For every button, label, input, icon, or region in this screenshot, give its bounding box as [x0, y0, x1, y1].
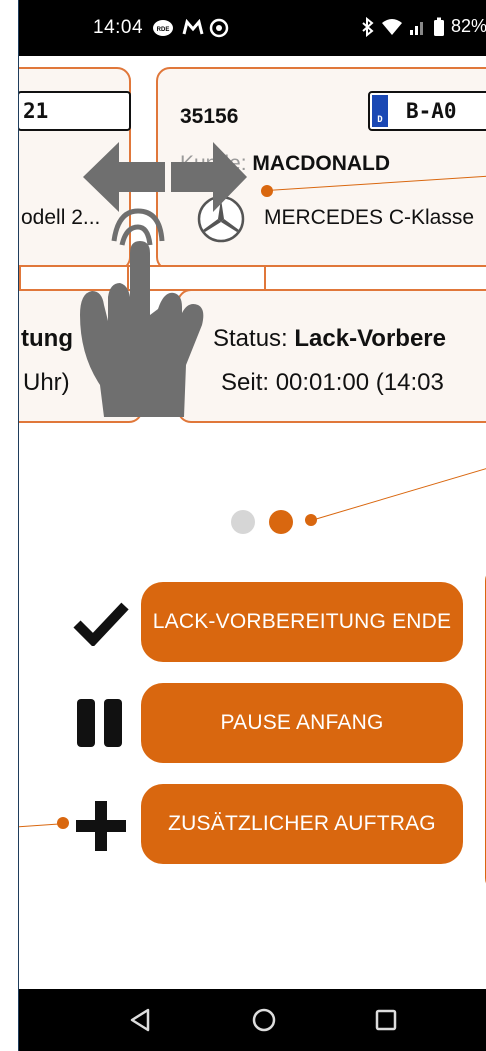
- plus-icon: [76, 801, 126, 856]
- status-right-group: 82%: [361, 16, 486, 37]
- license-plate-previous: 21: [19, 91, 131, 131]
- callout-line-add: [19, 823, 59, 828]
- status-value: Lack-Vorbere: [294, 325, 446, 352]
- recents-icon[interactable]: [371, 1005, 401, 1035]
- additional-order-button[interactable]: ZUSÄTZLICHER AUFTRAG: [141, 784, 463, 864]
- battery-icon: [433, 17, 444, 36]
- navigation-bar: [19, 989, 486, 1051]
- callout-dot-pager: [305, 514, 317, 526]
- callout-dot-add: [57, 817, 69, 829]
- signal-icon: [409, 21, 423, 35]
- status-bar: 14:04 RDE 82%: [19, 0, 486, 56]
- eu-plate-badge: D: [372, 95, 388, 127]
- callout-line-pager: [311, 466, 486, 521]
- license-plate: D B-A0: [368, 91, 486, 131]
- status-previous-line1: tung: [21, 325, 73, 352]
- status-line: Status: Lack-Vorbere: [213, 325, 446, 353]
- status-card-current[interactable]: Status: Lack-Vorbere Seit: 00:01:00 (14:…: [177, 289, 486, 423]
- status-previous-line2: Uhr): [23, 369, 70, 396]
- pause-start-button[interactable]: PAUSE ANFANG: [141, 683, 463, 763]
- pager-dot-2[interactable]: [269, 510, 293, 534]
- rde-badge-icon: RDE: [152, 19, 174, 37]
- home-icon[interactable]: [249, 1005, 279, 1035]
- bluetooth-icon: [362, 16, 374, 37]
- phone-screen: 14:04 RDE 82% 21 odell 2... 35156 D B-A0: [18, 0, 486, 1051]
- checkmark-icon: [73, 600, 129, 651]
- end-lack-preparation-button[interactable]: LACK-VORBEREITUNG ENDE: [141, 582, 463, 662]
- swipe-hand-icon: [74, 205, 214, 425]
- status-label: Status:: [213, 325, 295, 352]
- vehicle-model: MERCEDES C-Klasse: [264, 206, 475, 229]
- svg-text:RDE: RDE: [157, 27, 170, 33]
- status-since: Seit: 00:01:00 (14:03: [221, 369, 444, 396]
- pager-dot-1[interactable]: [231, 510, 255, 534]
- back-icon[interactable]: [126, 1005, 156, 1035]
- wifi-icon: [381, 18, 402, 35]
- order-number: 35156: [180, 105, 239, 128]
- customer-name: MACDONALD: [252, 152, 391, 175]
- callout-dot-card: [261, 185, 273, 197]
- battery-percent: 82%: [450, 16, 486, 36]
- m-logo-icon: [182, 19, 204, 37]
- card-divider-tick-right: [264, 265, 266, 289]
- pause-icon: [75, 699, 125, 752]
- status-time: 14:04: [93, 17, 144, 38]
- sync-icon: [209, 18, 229, 38]
